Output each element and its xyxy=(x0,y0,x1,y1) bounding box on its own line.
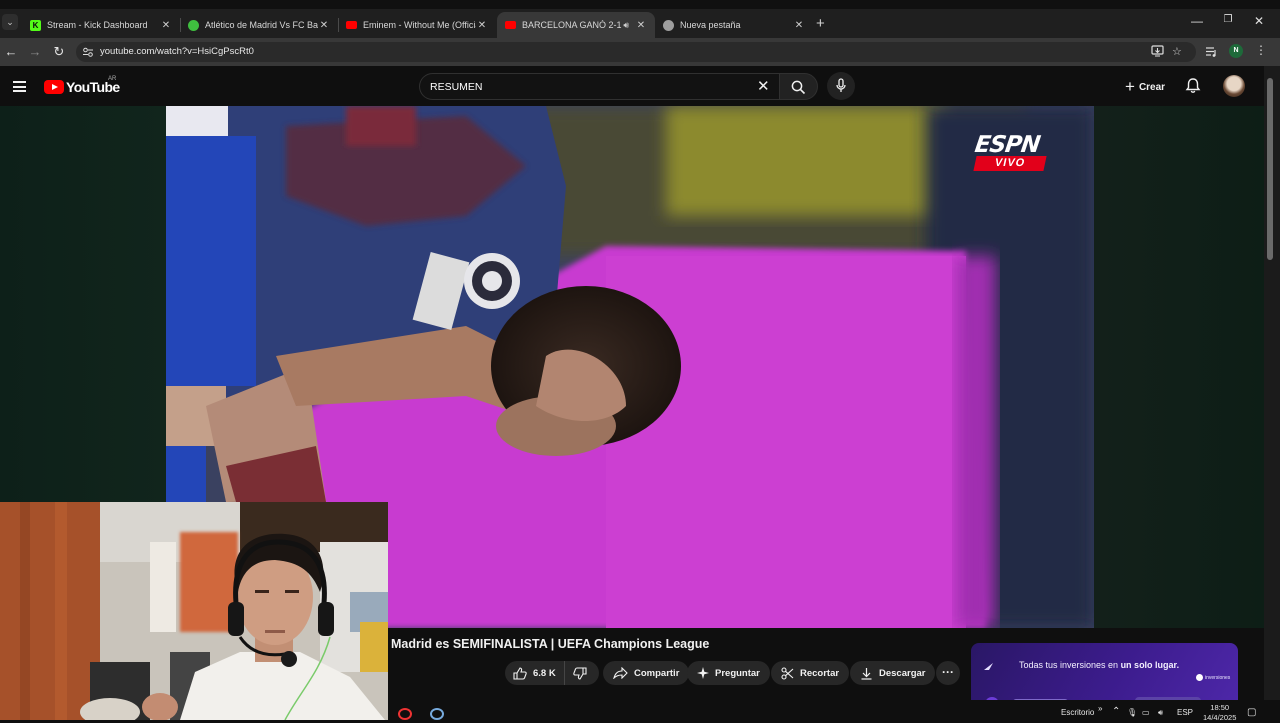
clock-date: 14/4/2025 xyxy=(1203,713,1237,722)
thumbs-up-icon xyxy=(513,666,527,680)
webcam-overlay xyxy=(0,502,388,720)
share-icon xyxy=(613,667,628,679)
microphone-icon xyxy=(836,78,846,92)
search-input[interactable] xyxy=(419,73,780,100)
sparkle-icon xyxy=(697,667,709,679)
voice-search-button[interactable] xyxy=(827,72,855,100)
espn-overlay: ESPN VIVO xyxy=(973,132,1047,171)
network-icon[interactable]: ▭ xyxy=(1142,708,1150,717)
download-label: Descargar xyxy=(879,667,926,679)
show-hidden-icons-icon[interactable]: ⌃ xyxy=(1112,706,1120,717)
search-icon xyxy=(791,80,806,95)
app-icon[interactable] xyxy=(430,708,444,720)
country-code: AR xyxy=(108,76,117,82)
ask-label: Preguntar xyxy=(715,667,760,679)
close-tab-icon[interactable]: ✕ xyxy=(635,20,647,31)
account-avatar[interactable] xyxy=(1223,75,1245,97)
app-icon[interactable] xyxy=(398,708,412,720)
close-tab-icon[interactable]: ✕ xyxy=(318,20,330,31)
tab-title: Eminem - Without Me (Official xyxy=(363,20,476,30)
minimize-button[interactable]: — xyxy=(1189,14,1205,28)
search-button[interactable] xyxy=(779,73,818,100)
tab-atletico-barcelona[interactable]: Atlético de Madrid Vs FC Barcelo ✕ xyxy=(180,12,338,38)
page-scrollbar-thumb[interactable] xyxy=(1267,78,1273,260)
ad-headline-text: Todas tus inversiones en xyxy=(1019,660,1121,670)
close-tab-icon[interactable]: ✕ xyxy=(793,20,805,31)
url-text[interactable]: youtube.com/watch?v=HsiCgPscRt0 xyxy=(100,46,254,57)
scissors-icon xyxy=(781,666,794,680)
audio-playing-icon[interactable]: 🔊︎ xyxy=(623,20,629,31)
youtube-logo-icon[interactable] xyxy=(44,80,64,94)
desktop-toolbar-label[interactable]: Escritorio xyxy=(1061,708,1094,717)
download-button[interactable]: Descargar xyxy=(850,661,936,685)
tab-kick-dashboard[interactable]: K Stream - Kick Dashboard ✕ xyxy=(22,12,180,38)
ad-headline: Todas tus inversiones en un solo lugar. xyxy=(1019,660,1179,670)
like-button[interactable]: 6.8 K xyxy=(505,661,565,685)
like-dislike-group: 6.8 K xyxy=(505,661,599,685)
ad-headline-bold: un solo lugar. xyxy=(1120,660,1180,670)
dislike-button[interactable] xyxy=(565,666,593,680)
notifications-bell-icon[interactable] xyxy=(1185,77,1201,94)
install-app-icon[interactable] xyxy=(1151,45,1164,57)
create-label: Crear xyxy=(1138,81,1166,93)
notifications-tray-icon[interactable]: ▢ xyxy=(1247,707,1256,718)
forward-button[interactable]: → xyxy=(28,44,42,59)
clock-time: 18:50 xyxy=(1210,703,1230,712)
close-window-button[interactable]: ✕ xyxy=(1251,14,1267,28)
tab-barcelona-active[interactable]: BARCELONA GANÓ 2-1 y N 🔊︎ ✕ xyxy=(497,12,655,38)
youtube-icon xyxy=(505,21,516,29)
system-clock[interactable]: 18:50 14/4/2025 xyxy=(1203,703,1236,723)
reload-button[interactable]: ↻ xyxy=(52,44,66,60)
plus-icon: + xyxy=(1125,77,1135,96)
tab-search-button[interactable]: ⌄ xyxy=(2,14,18,30)
media-controls-icon[interactable] xyxy=(1205,46,1218,57)
thumbs-down-icon xyxy=(572,666,587,680)
browser-menu-icon[interactable]: ⋮ xyxy=(1255,43,1267,57)
ad-brand: inversiones xyxy=(1196,674,1230,681)
tab-title: Nueva pestaña xyxy=(680,20,741,30)
tab-eminem[interactable]: Eminem - Without Me (Official ✕ xyxy=(338,12,496,38)
title-bar xyxy=(0,0,1280,9)
sponsored-ad[interactable] xyxy=(971,643,1238,700)
new-tab-button[interactable]: + xyxy=(816,15,825,32)
create-button[interactable]: + Crear xyxy=(1117,75,1173,99)
language-indicator[interactable]: ESP xyxy=(1177,708,1193,717)
chrome-icon xyxy=(663,19,674,31)
clip-button[interactable]: Recortar xyxy=(771,661,850,685)
tab-title: Stream - Kick Dashboard xyxy=(47,20,148,30)
live-badge: VIVO xyxy=(973,156,1047,171)
tab-title: Atlético de Madrid Vs FC Barcelo xyxy=(205,20,318,30)
espn-logo: ESPN xyxy=(973,132,1042,158)
ad-brand-name: inversiones xyxy=(1205,674,1231,681)
profile-avatar[interactable]: N xyxy=(1229,44,1243,58)
share-button[interactable]: Compartir xyxy=(603,661,690,685)
tab-title: BARCELONA GANÓ 2-1 y N xyxy=(522,20,623,30)
expand-toolbar-icon[interactable]: » xyxy=(1098,704,1102,713)
video-title: Madrid es SEMIFINALISTA | UEFA Champions… xyxy=(391,637,710,651)
soccer-ball-icon xyxy=(188,19,199,31)
clip-label: Recortar xyxy=(800,667,840,679)
site-info-icon[interactable] xyxy=(82,46,94,58)
clear-search-icon[interactable]: ✕ xyxy=(757,77,770,95)
rocket-icon xyxy=(984,663,993,670)
close-tab-icon[interactable]: ✕ xyxy=(476,20,488,31)
menu-icon[interactable] xyxy=(13,81,26,92)
more-actions-button[interactable]: ··· xyxy=(936,661,960,685)
close-tab-icon[interactable]: ✕ xyxy=(160,20,172,31)
kick-icon: K xyxy=(30,19,41,31)
bookmark-star-icon[interactable]: ☆ xyxy=(1172,45,1182,58)
ask-button[interactable]: Preguntar xyxy=(687,661,770,685)
download-icon xyxy=(861,667,872,680)
like-count: 6.8 K xyxy=(533,667,556,679)
restore-button[interactable]: ❐ xyxy=(1220,14,1236,25)
webcam-feed xyxy=(0,502,388,720)
tab-new-tab[interactable]: Nueva pestaña ✕ xyxy=(655,12,813,38)
brand-logo-icon xyxy=(1196,674,1203,681)
share-label: Compartir xyxy=(634,667,680,679)
volume-icon[interactable]: 🔊︎ xyxy=(1158,708,1163,718)
back-button[interactable]: ← xyxy=(4,44,18,59)
microphone-tray-icon[interactable]: 🎙︎ xyxy=(1127,708,1137,717)
youtube-icon xyxy=(346,21,357,29)
